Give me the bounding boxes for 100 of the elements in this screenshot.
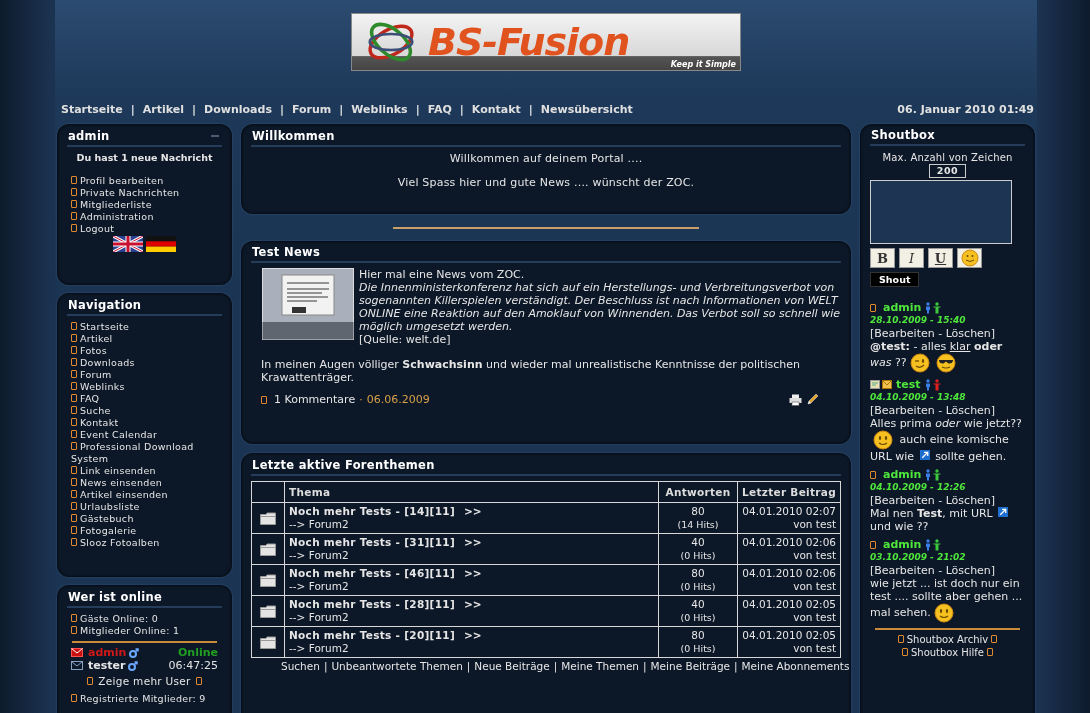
user-menu-link[interactable]: Administration [80, 211, 154, 222]
shout-user-link[interactable]: test [896, 378, 921, 391]
user-link[interactable]: tester [88, 659, 126, 672]
edit-delete-link[interactable]: [Bearbeiten - Löschen] [870, 564, 996, 577]
shout-date: 03.10.2009 - 21:02 [870, 551, 967, 564]
shout-message: wie jetzt ... ist doch nur ein test .... sollte aber gehen ... mal sehen. [870, 577, 1025, 623]
external-link-icon[interactable] [919, 450, 930, 460]
bullet-icon [71, 418, 77, 426]
nav-link[interactable]: FAQ [427, 102, 452, 116]
navigation-link[interactable]: Suche [71, 405, 222, 417]
navigation-link[interactable]: Artikel einsenden [71, 489, 222, 501]
uk-flag-icon[interactable] [113, 236, 143, 252]
jump-link[interactable]: >> [464, 505, 482, 517]
show-more-users-link[interactable]: Zeige mehr User [98, 675, 191, 687]
user-menu-link[interactable]: Profil bearbeiten [80, 175, 164, 186]
shout-user-link[interactable]: admin [883, 468, 922, 481]
separator: | [130, 102, 135, 116]
navigation-link[interactable]: News einsenden [71, 477, 222, 489]
navigation-link[interactable]: Fotogalerie [71, 525, 222, 537]
forum-name-link[interactable]: --> Forum2 [289, 642, 349, 654]
forum-menu-link[interactable]: Neue Beiträge [474, 660, 550, 672]
nav-link[interactable]: Kontakt [471, 102, 521, 116]
separator: | [734, 660, 738, 672]
separator: · [359, 393, 363, 406]
navigation-link[interactable]: Gästebuch [71, 513, 222, 525]
bullet-icon [71, 322, 77, 330]
shout-message: Mal nen Test, mit URL und wie ?? [870, 507, 1025, 533]
comments-link[interactable]: 1 Kommentare [274, 393, 356, 406]
shout-text-link[interactable]: klar [949, 340, 971, 353]
navigation-link[interactable]: Professional Download System [71, 441, 222, 465]
smiley-button[interactable] [957, 248, 982, 268]
forum-menu-link[interactable]: Meine Themen [561, 660, 639, 672]
topic-link[interactable]: Noch mehr Tests - [28][11] [289, 598, 456, 610]
forum-name-link[interactable]: --> Forum2 [289, 611, 349, 623]
envelope-icon[interactable] [71, 661, 83, 670]
shoutbox-link[interactable]: Shoutbox Hilfe [910, 647, 985, 658]
folder-icon [260, 604, 276, 618]
male-figure-icon [925, 538, 932, 551]
navigation-link[interactable]: Startseite [71, 321, 222, 333]
shout-user-link[interactable]: admin [883, 301, 922, 314]
navigation-link[interactable]: Event Calendar [71, 429, 222, 441]
forum-menu-link[interactable]: Meine Beiträge [650, 660, 730, 672]
topic-link[interactable]: Noch mehr Tests - [14][11] [289, 505, 456, 517]
forum-name-link[interactable]: --> Forum2 [289, 549, 349, 561]
char-count-field: 200 [928, 164, 967, 178]
topic-link[interactable]: Noch mehr Tests - [31][11] [289, 536, 456, 548]
navigation-link[interactable]: Slooz Fotoalben [71, 537, 222, 549]
edit-delete-link[interactable]: [Bearbeiten - Löschen] [870, 327, 996, 340]
forum-name-link[interactable]: --> Forum2 [289, 518, 349, 530]
edit-delete-link[interactable]: [Bearbeiten - Löschen] [870, 404, 996, 417]
forum-menu-link[interactable]: Meine Abonnements [741, 660, 850, 672]
shout-input-field[interactable] [870, 180, 1012, 244]
news-intro: Hier mal eine News vom ZOC. [359, 268, 526, 281]
nav-link[interactable]: Startseite [61, 102, 123, 116]
last-post-author: von test [792, 611, 836, 624]
navigation-link[interactable]: Link einsenden [71, 465, 222, 477]
edit-delete-link[interactable]: [Bearbeiten - Löschen] [870, 494, 996, 507]
nav-link[interactable]: Weblinks [351, 102, 408, 116]
navigation-link[interactable]: Fotos [71, 345, 222, 357]
bullet-icon [870, 470, 876, 479]
print-icon[interactable] [789, 393, 802, 406]
user-menu-link[interactable]: Private Nachrichten [80, 187, 180, 198]
navigation-link[interactable]: Artikel [71, 333, 222, 345]
separator: | [192, 102, 197, 116]
format-button[interactable]: U [928, 248, 953, 268]
shout-user-link[interactable]: admin [883, 538, 922, 551]
navigation-link[interactable]: Urlaubsliste [71, 501, 222, 513]
topic-link[interactable]: Noch mehr Tests - [46][11] [289, 567, 456, 579]
forum-menu-link[interactable]: Unbeantwortete Themen [331, 660, 463, 672]
navigation-link[interactable]: FAQ [71, 393, 222, 405]
pencil-icon[interactable] [806, 393, 819, 406]
last-post-author: von test [792, 642, 836, 655]
nav-link[interactable]: Forum [291, 102, 332, 116]
user-menu-link[interactable]: Mitgliederliste [80, 199, 152, 210]
forum-name-link[interactable]: --> Forum2 [289, 580, 349, 592]
forum-menu-link[interactable]: Suchen [281, 660, 320, 672]
shout-button[interactable]: Shout [870, 272, 920, 287]
jump-link[interactable]: >> [464, 598, 482, 610]
jump-link[interactable]: >> [464, 536, 482, 548]
german-flag-icon[interactable] [146, 236, 176, 252]
user-menu-link[interactable]: Logout [80, 223, 115, 234]
nav-link[interactable]: Newsübersicht [540, 102, 633, 116]
envelope-icon[interactable] [71, 648, 83, 657]
navigation-link[interactable]: Weblinks [71, 381, 222, 393]
navigation-link[interactable]: Forum [71, 369, 222, 381]
external-link-icon[interactable] [998, 507, 1009, 517]
shoutbox-link[interactable]: Shoutbox Archiv [906, 634, 989, 645]
jump-link[interactable]: >> [464, 567, 482, 579]
nav-link[interactable]: Downloads [204, 102, 272, 116]
jump-link[interactable]: >> [464, 629, 482, 641]
topic-link[interactable]: Noch mehr Tests - [20][11] [289, 629, 456, 641]
format-button[interactable]: I [899, 248, 924, 268]
navigation-link[interactable]: Kontakt [71, 417, 222, 429]
new-message-notice[interactable]: Du hast 1 neue Nachricht [67, 152, 222, 163]
reply-count: 80 [690, 567, 706, 580]
nav-link[interactable]: Artikel [142, 102, 185, 116]
navigation-link[interactable]: Downloads [71, 357, 222, 369]
format-button[interactable]: B [870, 248, 895, 268]
winking-smiley-icon [909, 353, 930, 373]
bullet-icon [71, 334, 77, 342]
